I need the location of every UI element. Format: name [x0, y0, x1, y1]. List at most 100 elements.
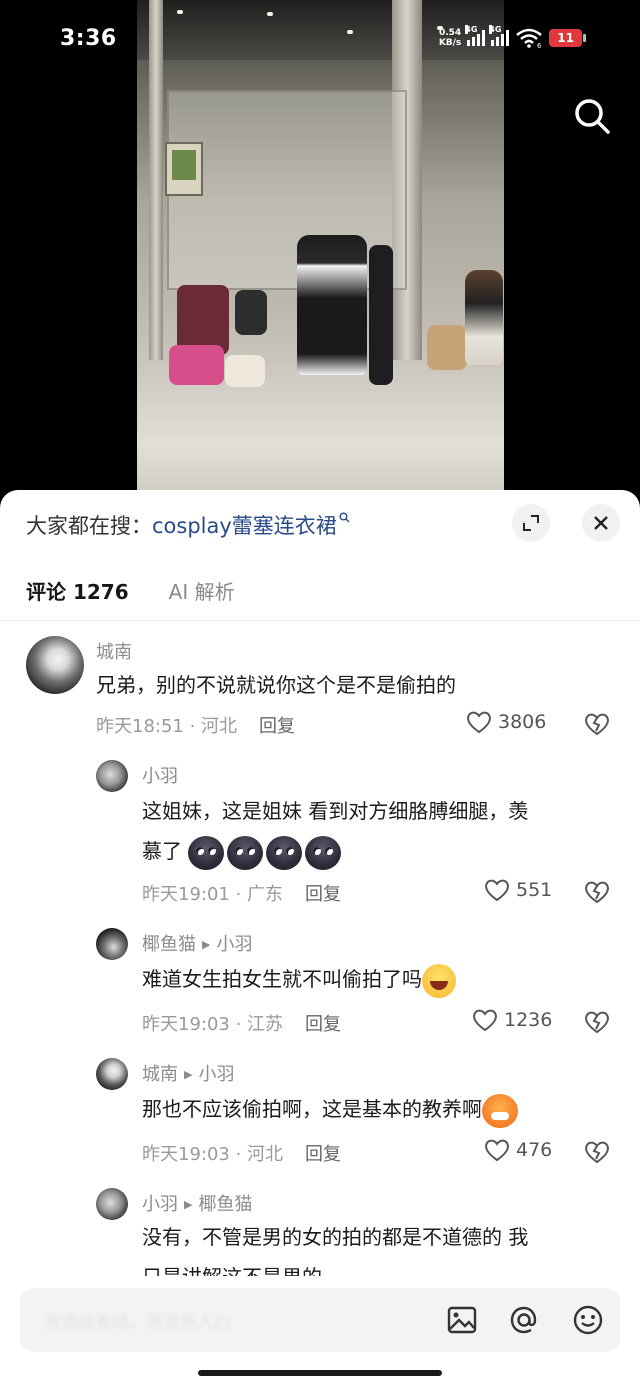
- kneeling-person: [297, 235, 367, 375]
- heart-icon: [485, 879, 509, 902]
- status-icons: 0.54 KB/s 4G 4G 6 11: [439, 25, 586, 48]
- author-name[interactable]: 小羽: [142, 1194, 178, 1215]
- author-name[interactable]: 椰鱼猫: [142, 934, 196, 955]
- net-speed-value: 0.54: [438, 28, 462, 38]
- reply-target[interactable]: 小羽: [216, 934, 252, 955]
- like-button[interactable]: 3806: [466, 710, 546, 734]
- reply-button[interactable]: 回复: [305, 1144, 341, 1165]
- close-button[interactable]: [582, 504, 620, 542]
- battery-indicator: 11: [549, 29, 586, 47]
- comment-time: 昨天19:03 · 河北: [142, 1144, 284, 1165]
- expand-button[interactable]: [512, 504, 550, 542]
- comment-text-body: 难道女生拍女生就不叫偷拍了吗: [142, 967, 422, 991]
- comment-text-continued: 慕了: [142, 839, 182, 863]
- heart-icon: [473, 1009, 497, 1032]
- comment-input-placeholder: 善语结善缘，恶言伤人心: [44, 1313, 231, 1333]
- emoji-icon: [227, 835, 264, 870]
- comment-text-body: 那也不应该偷拍啊，这是基本的教养啊: [142, 1097, 482, 1121]
- image-icon[interactable]: [444, 1302, 480, 1338]
- emoji-icon: [188, 835, 225, 870]
- comment-meta: 昨天19:03 · 河北 回复: [142, 1140, 341, 1166]
- sitting-person: [465, 270, 503, 365]
- hot-search-term[interactable]: cosplay蕾塞连衣裙: [152, 510, 337, 540]
- comment-text-clip: 只是讲解这不是男的: [142, 1258, 322, 1276]
- heart-icon: [485, 1139, 509, 1162]
- expand-icon: [523, 515, 539, 531]
- reply-target[interactable]: 小羽: [198, 1064, 234, 1085]
- dark-bag: [235, 290, 267, 335]
- reply-target[interactable]: 椰鱼猫: [198, 1194, 252, 1215]
- comment-text: 兄弟，别的不说就说你这个是不是偷拍的: [96, 673, 456, 697]
- signal-icon: 4G: [489, 25, 510, 46]
- video-player[interactable]: 3:36 0.54 KB/s 4G 4G 6 11: [0, 0, 640, 500]
- broken-heart-icon[interactable]: [584, 880, 610, 904]
- net-speed-unit: KB/s: [438, 38, 462, 48]
- home-indicator[interactable]: [198, 1370, 442, 1376]
- broken-heart-icon[interactable]: [584, 712, 610, 736]
- author-name[interactable]: 城南: [142, 1064, 178, 1085]
- comment-meta: 昨天19:01 · 广东 回复: [142, 880, 341, 906]
- reply-button[interactable]: 回复: [259, 716, 295, 737]
- comment-text: 那也不应该偷拍啊，这是基本的教养啊: [142, 1090, 518, 1128]
- avatar[interactable]: [96, 1058, 128, 1090]
- reply-button[interactable]: 回复: [305, 1014, 341, 1035]
- suitcase: [369, 245, 393, 385]
- like-button[interactable]: 551: [484, 878, 552, 902]
- comment-text: 这姐妹，这是姐妹 看到对方细胳膊细腿，羡: [142, 799, 529, 823]
- like-count: 1236: [504, 1009, 553, 1031]
- comment-text-line2: 慕了: [142, 832, 344, 870]
- broken-heart-icon[interactable]: [584, 1010, 610, 1034]
- reply-arrow-icon: ▶: [184, 1198, 193, 1211]
- like-button[interactable]: 476: [484, 1138, 552, 1162]
- avatar[interactable]: [96, 928, 128, 960]
- hot-search-bar[interactable]: 大家都在搜： cosplay蕾塞连衣裙: [26, 510, 350, 540]
- video-frame: [137, 0, 504, 500]
- emoji-icon[interactable]: [570, 1302, 606, 1338]
- ceiling-light: [267, 12, 273, 16]
- pillar: [149, 0, 163, 380]
- heart-icon: [467, 711, 491, 734]
- comment-username: 城南 ▶ 小羽: [142, 1060, 234, 1086]
- comment-tabs: 评论 1276 AI 解析: [26, 576, 235, 605]
- paper-bag: [427, 325, 467, 370]
- avatar[interactable]: [96, 760, 128, 792]
- comment-username[interactable]: 小羽: [142, 762, 178, 788]
- tab-comments[interactable]: 评论 1276: [26, 576, 129, 605]
- emoji-icon: [482, 1093, 518, 1128]
- like-count: 3806: [498, 711, 547, 733]
- small-search-icon: [339, 512, 350, 527]
- signal-icon: 4G: [465, 25, 486, 46]
- comment-time: 昨天18:51 · 河北: [96, 716, 238, 737]
- ceiling-light: [347, 30, 353, 34]
- comment-time: 昨天19:01 · 广东: [142, 884, 284, 905]
- at-icon[interactable]: [506, 1302, 542, 1338]
- pink-bag: [169, 345, 224, 385]
- net-speed: 0.54 KB/s: [439, 28, 461, 48]
- comment-username: 小羽 ▶ 椰鱼猫: [142, 1190, 252, 1216]
- broken-heart-icon[interactable]: [584, 1140, 610, 1164]
- divider: [0, 620, 640, 621]
- comment-input[interactable]: 善语结善缘，恶言伤人心: [20, 1288, 620, 1352]
- signal-label: 4G: [489, 25, 502, 34]
- like-button[interactable]: 1236: [472, 1008, 552, 1032]
- comment-sheet: 大家都在搜： cosplay蕾塞连衣裙 评论 1276 AI 解析 城南 兄弟，…: [0, 490, 640, 1391]
- white-bag: [225, 355, 265, 387]
- comment-username: 椰鱼猫 ▶ 小羽: [142, 930, 252, 956]
- hot-search-prefix: 大家都在搜：: [26, 514, 152, 538]
- tab-ai-analysis[interactable]: AI 解析: [169, 576, 235, 605]
- comment-text: 难道女生拍女生就不叫偷拍了吗: [142, 960, 456, 998]
- reply-button[interactable]: 回复: [305, 884, 341, 905]
- reply-arrow-icon: ▶: [184, 1068, 193, 1081]
- close-icon: [594, 516, 608, 530]
- emoji-icon: [422, 963, 456, 998]
- comment-username[interactable]: 城南: [96, 638, 132, 664]
- wall-sign: [165, 142, 203, 196]
- avatar[interactable]: [26, 636, 84, 694]
- signal-label: 4G: [465, 25, 478, 34]
- emoji-icon: [305, 835, 342, 870]
- avatar[interactable]: [96, 1188, 128, 1220]
- ceiling-light: [177, 10, 183, 14]
- emoji-icon: [266, 835, 303, 870]
- search-icon[interactable]: [572, 96, 612, 136]
- reply-arrow-icon: ▶: [202, 938, 211, 951]
